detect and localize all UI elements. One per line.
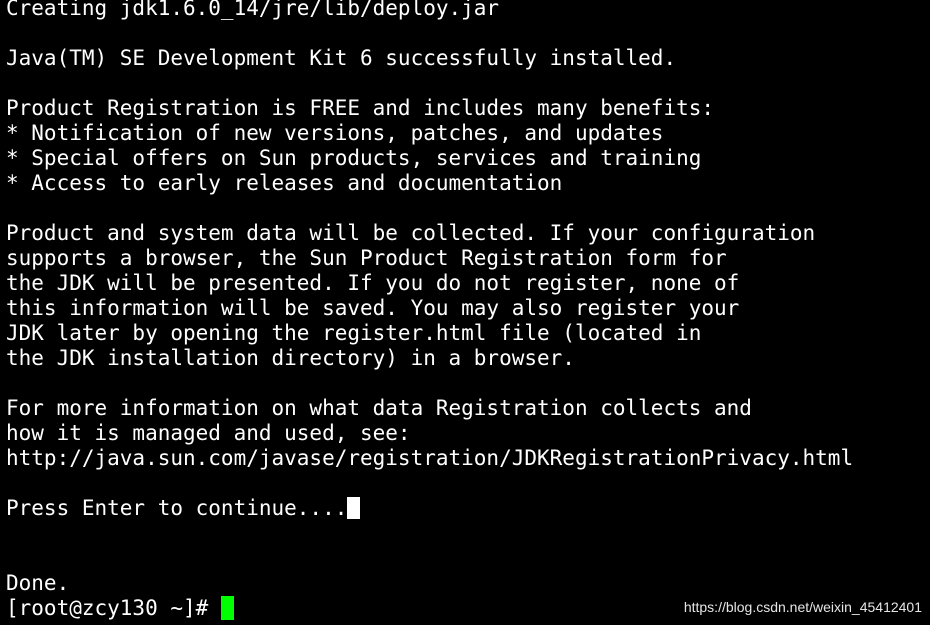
terminal-line-done: Done. [6, 571, 70, 595]
terminal-line-how-managed: how it is managed and used, see: [6, 421, 411, 445]
terminal-line-privacy-url: http://java.sun.com/javase/registration/… [6, 446, 854, 470]
terminal-line-register-later: JDK later by opening the register.html f… [6, 321, 702, 345]
terminal-line-benefit-access: * Access to early releases and documenta… [6, 171, 563, 195]
terminal-line-registration-free: Product Registration is FREE and include… [6, 96, 715, 120]
terminal-line-benefit-notification: * Notification of new versions, patches,… [6, 121, 664, 145]
terminal-line-info-saved: this information will be saved. You may … [6, 296, 740, 320]
terminal-line-install-directory: the JDK installation directory) in a bro… [6, 346, 575, 370]
prompt-cursor[interactable] [221, 596, 235, 620]
terminal-line-installed: Java(TM) SE Development Kit 6 successful… [6, 46, 677, 70]
terminal-line-data-collected: Product and system data will be collecte… [6, 221, 816, 245]
watermark: https://blog.csdn.net/weixin_45412401 [683, 599, 922, 615]
terminal-window[interactable]: Creating jdk1.6.0_14/jre/lib/deploy.jar … [0, 0, 930, 625]
text-cursor [347, 497, 361, 519]
terminal-prompt-line[interactable]: [root@zcy130 ~]# [6, 596, 235, 621]
terminal-line-press-enter: Press Enter to continue.... [6, 496, 361, 521]
press-enter-text: Press Enter to continue.... [6, 496, 348, 520]
terminal-line-creating-jar: Creating jdk1.6.0_14/jre/lib/deploy.jar [6, 0, 500, 20]
shell-prompt: [root@zcy130 ~]# [6, 596, 209, 620]
terminal-line-benefit-offers: * Special offers on Sun products, servic… [6, 146, 702, 170]
terminal-line-more-info: For more information on what data Regist… [6, 396, 752, 420]
terminal-line-jdk-presented: the JDK will be presented. If you do not… [6, 271, 740, 295]
terminal-line-supports-browser: supports a browser, the Sun Product Regi… [6, 246, 727, 270]
